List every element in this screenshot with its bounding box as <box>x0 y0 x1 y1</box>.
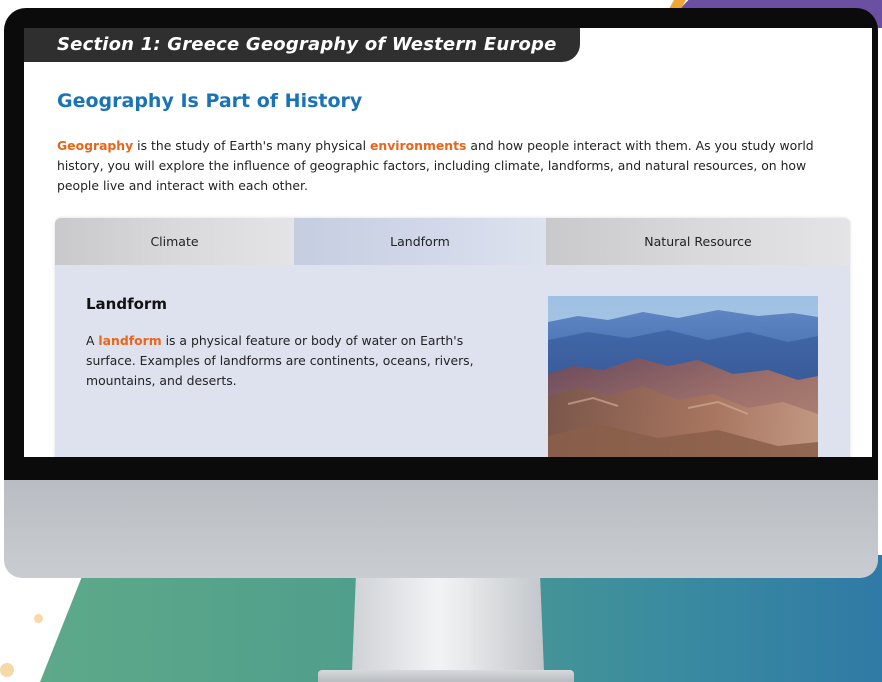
tab-natural-resource[interactable]: Natural Resource <box>546 218 850 265</box>
keyword-environments[interactable]: environments <box>370 138 466 153</box>
keyword-geography[interactable]: Geography <box>57 138 133 153</box>
keyword-landform[interactable]: landform <box>98 333 161 348</box>
monitor-screen: Section 1: Greece Geography of Western E… <box>24 28 872 457</box>
panel-text-prefix: A <box>86 333 99 348</box>
section-banner: Section 1: Greece Geography of Western E… <box>24 28 580 62</box>
panel-text: A landform is a physical feature or body… <box>86 331 516 391</box>
monitor-stand-foot <box>318 670 574 682</box>
tabs-panel: Climate Landform Natural Resource Landfo… <box>55 218 850 457</box>
decorative-dot <box>34 614 43 623</box>
tab-bar: Climate Landform Natural Resource <box>55 218 850 265</box>
tab-landform[interactable]: Landform <box>294 218 546 265</box>
monitor-chin <box>4 480 878 578</box>
monitor-stand <box>352 578 544 672</box>
intro-text-1: is the study of Earth's many physical <box>133 138 370 153</box>
page-heading: Geography Is Part of History <box>57 90 363 112</box>
mountain-landscape-photo <box>548 296 818 457</box>
decorative-dot <box>0 663 14 677</box>
panel-title: Landform <box>86 295 167 313</box>
intro-paragraph: Geography is the study of Earth's many p… <box>57 136 847 196</box>
tab-climate[interactable]: Climate <box>55 218 294 265</box>
